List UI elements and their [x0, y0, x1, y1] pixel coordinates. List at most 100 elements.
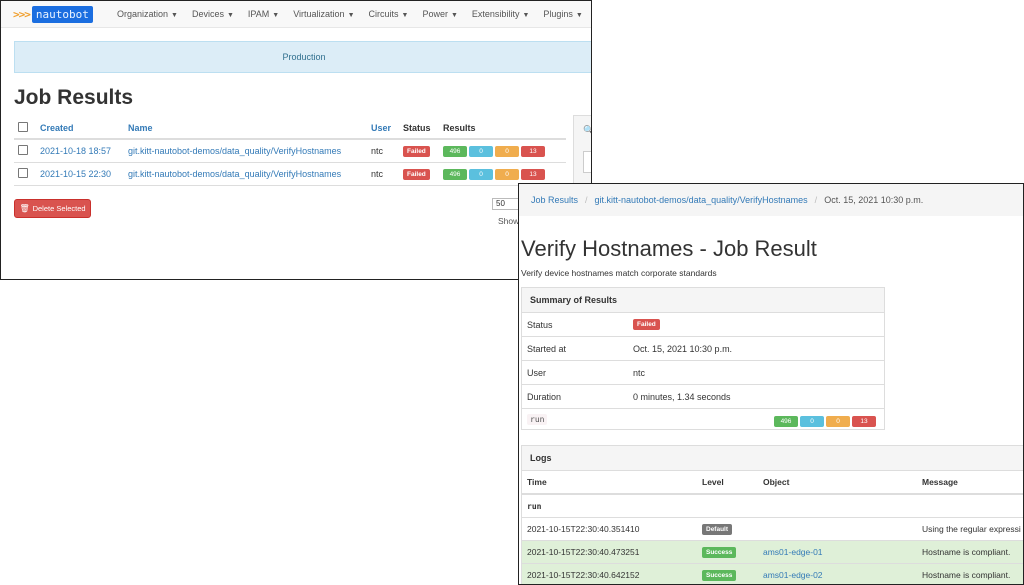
menu-organization[interactable]: Organization ▼: [117, 9, 178, 19]
row-checkbox[interactable]: [18, 145, 28, 155]
success-count: 496: [443, 169, 467, 180]
show-label: Show: [498, 216, 520, 226]
select-all-cell: [14, 118, 36, 140]
col-message: Message: [917, 471, 1023, 495]
log-group-row: run: [522, 494, 1023, 518]
col-level: Level: [697, 471, 758, 495]
caret-down-icon: ▼: [347, 12, 355, 19]
row-checkbox[interactable]: [18, 168, 28, 178]
started-value: Oct. 15, 2021 10:30 p.m.: [633, 344, 733, 354]
job-name-link[interactable]: git.kitt-nautobot-demos/data_quality/Ver…: [128, 169, 341, 179]
row-select-cell: [14, 139, 36, 163]
warning-count: 0: [495, 146, 519, 157]
menu-plugins[interactable]: Plugins ▼: [543, 9, 582, 19]
level-badge: Success: [702, 547, 737, 558]
breadcrumb-job-results[interactable]: Job Results: [531, 195, 578, 205]
run-code: run: [527, 414, 548, 425]
job-name-link[interactable]: git.kitt-nautobot-demos/data_quality/Ver…: [128, 146, 341, 156]
delete-selected-button[interactable]: 🗑 Delete Selected: [14, 199, 91, 218]
log-object: [758, 517, 917, 541]
col-created[interactable]: Created: [36, 118, 124, 140]
menu-power-label: Power: [422, 9, 448, 19]
summary-heading: Summary of Results: [522, 288, 884, 313]
log-message: Using the regular expressi: [917, 517, 1023, 541]
user-cell: ntc: [367, 139, 399, 163]
status-badge: Failed: [403, 169, 430, 180]
started-label: Started at: [527, 344, 567, 354]
select-all-checkbox[interactable]: [18, 122, 28, 132]
log-object-link[interactable]: ams01-edge-01: [763, 547, 823, 557]
search-input[interactable]: [583, 151, 591, 173]
search-icon: 🔍: [583, 125, 591, 136]
per-page-select[interactable]: 50: [492, 198, 520, 210]
environment-banner: Production: [14, 41, 591, 73]
menu-organization-label: Organization: [117, 9, 169, 19]
col-time: Time: [522, 471, 697, 495]
table-row: 2021-10-15 22:30 git.kitt-nautobot-demos…: [14, 162, 566, 186]
col-object: Object: [758, 471, 917, 495]
summary-row-user: User ntc: [522, 361, 884, 385]
col-name[interactable]: Name: [124, 118, 367, 140]
menu-extensibility[interactable]: Extensibility ▼: [472, 9, 529, 19]
warning-count: 0: [495, 169, 519, 180]
caret-down-icon: ▼: [226, 12, 234, 19]
menu-ipam[interactable]: IPAM ▼: [248, 9, 279, 19]
caret-down-icon: ▼: [272, 12, 280, 19]
main-menu: Organization ▼ Devices ▼ IPAM ▼ Virtualizat…: [117, 1, 591, 27]
menu-devices[interactable]: Devices ▼: [192, 9, 234, 19]
failure-count: 13: [852, 416, 876, 427]
log-time: 2021-10-15T22:30:40.642152: [522, 563, 697, 584]
log-group-label: run: [522, 494, 1023, 518]
table-row: 2021-10-18 18:57 git.kitt-nautobot-demos…: [14, 139, 566, 163]
user-value: ntc: [633, 368, 646, 378]
log-message: Hostname is compliant.: [917, 563, 1023, 584]
job-result-detail-window: Job Results / git.kitt-nautobot-demos/da…: [518, 183, 1024, 585]
caret-down-icon: ▼: [522, 12, 530, 19]
duration-value: 0 minutes, 1.34 seconds: [633, 392, 731, 402]
created-link[interactable]: 2021-10-18 18:57: [40, 146, 111, 156]
warning-count: 0: [826, 416, 850, 427]
col-status: Status: [399, 118, 439, 140]
created-link[interactable]: 2021-10-15 22:30: [40, 169, 111, 179]
table-row: 2021-10-15T22:30:40.351410 Default Using…: [522, 517, 1023, 541]
duration-label: Duration: [527, 392, 562, 402]
logo-text: nautobot: [31, 5, 93, 23]
table-row: 2021-10-15T22:30:40.473251 Success ams01…: [522, 540, 1023, 564]
status-badge: Failed: [633, 319, 660, 330]
breadcrumb-job[interactable]: git.kitt-nautobot-demos/data_quality/Ver…: [595, 195, 808, 205]
row-select-cell: [14, 162, 36, 186]
log-object-link[interactable]: ams01-edge-02: [763, 570, 823, 580]
menu-extensibility-label: Extensibility: [471, 9, 520, 19]
user-label: User: [527, 368, 547, 378]
menu-virtualization[interactable]: Virtualization ▼: [293, 9, 354, 19]
breadcrumb-separator: /: [585, 195, 588, 205]
log-time: 2021-10-15T22:30:40.473251: [522, 540, 697, 564]
info-count: 0: [469, 169, 493, 180]
summary-panel: Summary of Results Status Failed Started…: [521, 287, 885, 430]
summary-row-started: Started at Oct. 15, 2021 10:30 p.m.: [522, 337, 884, 361]
menu-circuits[interactable]: Circuits ▼: [369, 9, 409, 19]
info-count: 0: [800, 416, 824, 427]
failure-count: 13: [521, 169, 545, 180]
col-user[interactable]: User: [367, 118, 399, 140]
logs-panel: Logs Time Level Object Message run 2021-…: [521, 445, 1023, 584]
logo-arrows: >>>: [13, 7, 31, 21]
run-results: 496 0 0 13: [774, 415, 878, 427]
caret-down-icon: ▼: [575, 12, 583, 19]
menu-power[interactable]: Power ▼: [422, 9, 457, 19]
caret-down-icon: ▼: [450, 12, 458, 19]
summary-row-duration: Duration 0 minutes, 1.34 seconds: [522, 385, 884, 409]
status-label: Status: [527, 320, 553, 330]
success-count: 496: [443, 146, 467, 157]
logs-heading: Logs: [522, 446, 1023, 471]
page-title: Job Results: [14, 86, 134, 109]
menu-circuits-label: Circuits: [368, 9, 399, 19]
nautobot-logo[interactable]: >>> nautobot: [13, 5, 93, 23]
detail-title: Verify Hostnames - Job Result: [521, 236, 817, 261]
breadcrumb-separator: /: [814, 195, 818, 205]
table-row: 2021-10-15T22:30:40.642152 Success ams01…: [522, 563, 1023, 584]
summary-row-run: run 496 0 0 13: [522, 409, 884, 432]
menu-ipam-label: IPAM: [247, 9, 270, 19]
status-badge: Failed: [403, 146, 430, 157]
menu-devices-label: Devices: [191, 9, 224, 19]
